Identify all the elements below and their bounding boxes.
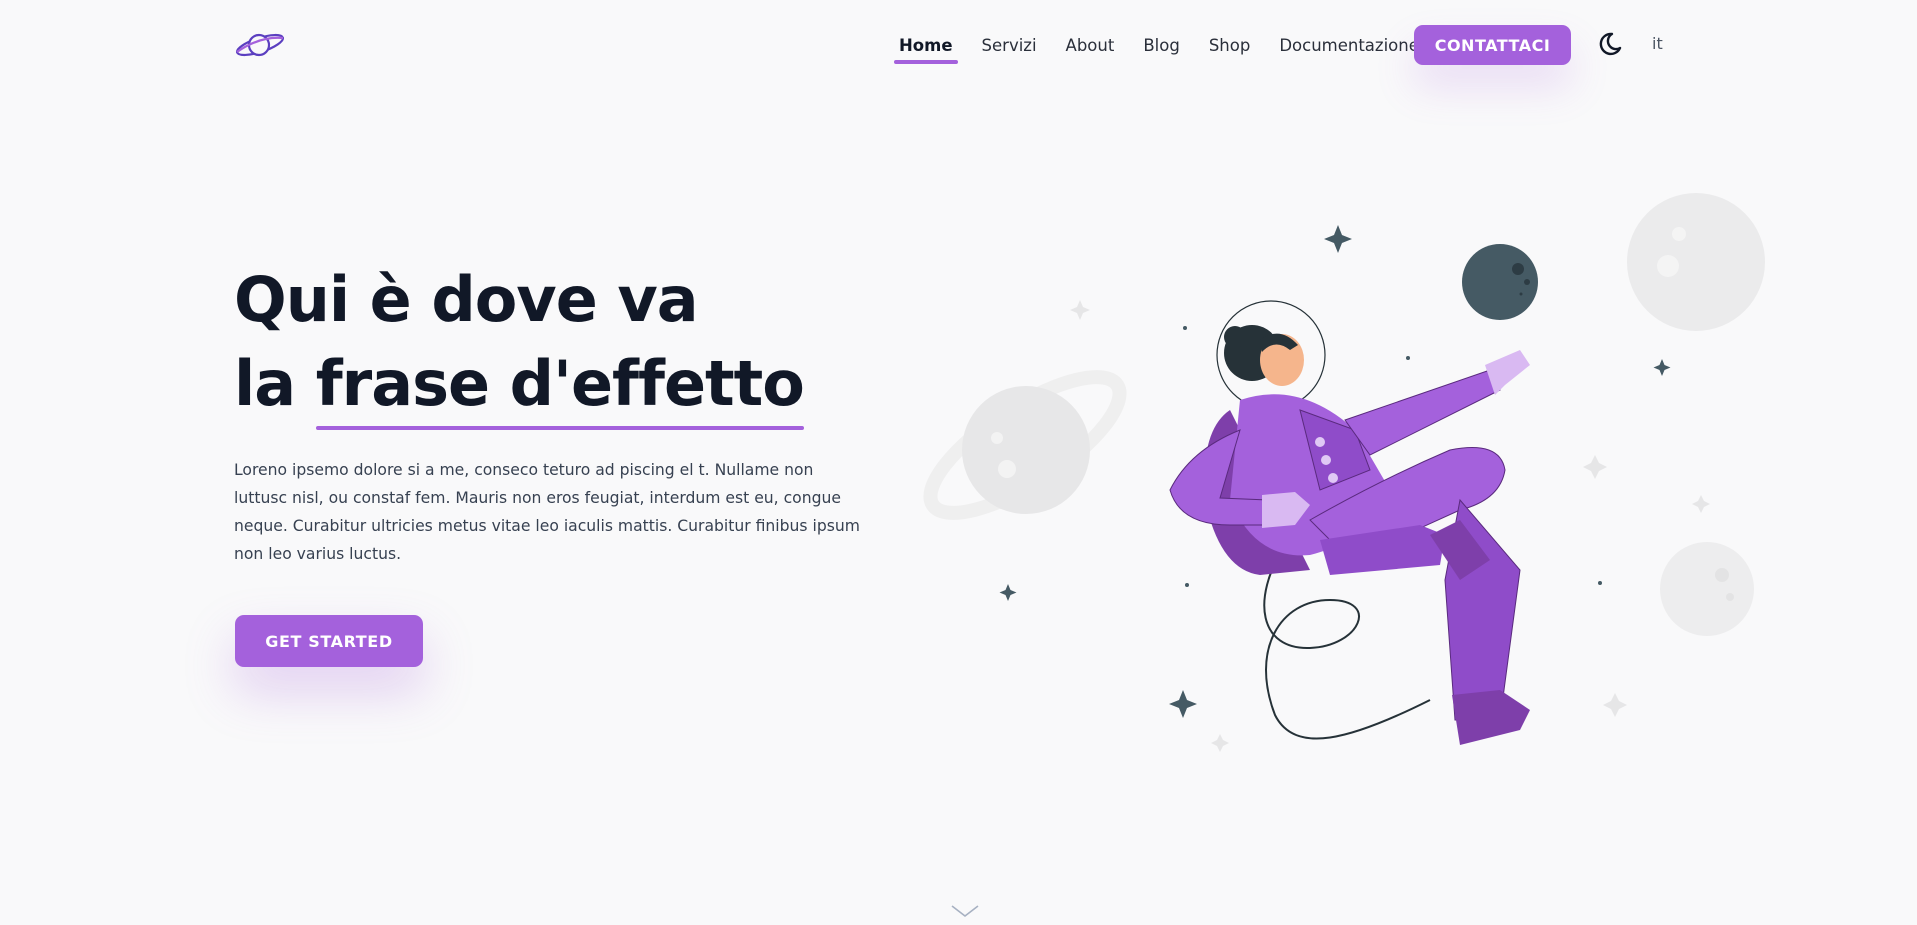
ringed-planet [923, 370, 1127, 520]
hero-title-accent: frase d'effetto [315, 342, 805, 430]
get-started-button[interactable]: GET STARTED [235, 615, 423, 667]
hero-title-line1: Qui è dove va [234, 263, 699, 336]
hero-title: Qui è dove va la frase d'effetto [234, 258, 805, 430]
nav-home[interactable]: Home [894, 28, 958, 64]
site-header: Home Servizi About Blog Shop Documentazi… [0, 0, 1917, 90]
hero-description: Loreno ipsemo dolore si a me, conseco te… [234, 461, 860, 563]
hero-title-accent-text: frase d'effetto [315, 347, 805, 420]
astronaut [1169, 300, 1530, 745]
moon-planet-small [1660, 542, 1754, 636]
astronaut-illustration [923, 193, 1765, 752]
nav-blog[interactable]: Blog [1143, 28, 1179, 63]
planet-icon[interactable] [234, 28, 286, 62]
nav-about[interactable]: About [1066, 28, 1115, 63]
moon-planet-large [1627, 193, 1765, 331]
nav-servizi[interactable]: Servizi [982, 28, 1037, 63]
moon-icon[interactable] [1597, 31, 1623, 57]
hero-title-line2-prefix: la [234, 347, 316, 420]
nav-shop[interactable]: Shop [1209, 28, 1251, 63]
language-switch[interactable]: it [1652, 34, 1663, 53]
nav-home-label: Home [899, 36, 953, 55]
main-nav: Home Servizi About Blog Shop Documentazi… [894, 28, 1419, 64]
dark-planet [1462, 244, 1538, 320]
accent-underline [315, 426, 804, 430]
chevron-down-icon[interactable] [950, 900, 980, 920]
active-underline [894, 60, 958, 64]
contact-button[interactable]: CONTATTACI [1414, 25, 1571, 65]
nav-documentazione[interactable]: Documentazione [1279, 28, 1419, 63]
